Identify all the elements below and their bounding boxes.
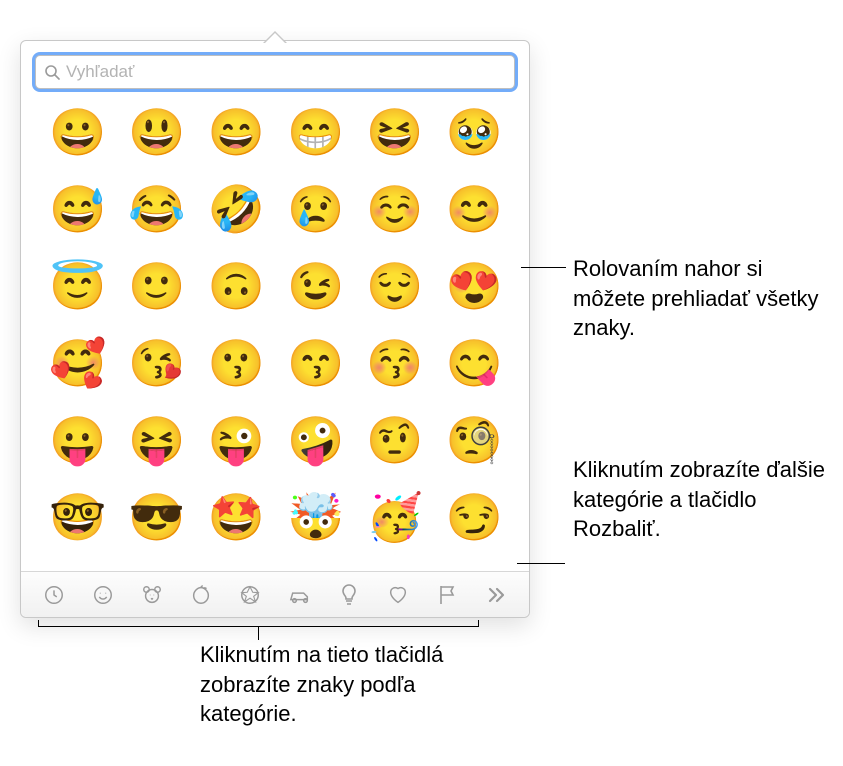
emoji-item[interactable]: 😢: [281, 186, 350, 241]
category-tab-flags[interactable]: [423, 572, 472, 617]
category-tab-symbols[interactable]: [373, 572, 422, 617]
clock-icon: [43, 584, 65, 606]
emoji-item[interactable]: 😅: [43, 186, 112, 241]
search-field[interactable]: [35, 55, 515, 89]
category-tab-smileys[interactable]: [78, 572, 127, 617]
search-wrap: [21, 41, 529, 97]
emoji-item[interactable]: 😊: [440, 186, 509, 241]
emoji-item[interactable]: 🙃: [202, 263, 271, 318]
emoji-item[interactable]: 😙: [281, 340, 350, 395]
category-tab-food[interactable]: [177, 572, 226, 617]
callout-bracket: [258, 626, 259, 640]
category-tabbar: [21, 571, 529, 617]
smiley-icon: [92, 584, 114, 606]
emoji-item[interactable]: 😝: [122, 417, 191, 472]
emoji-item[interactable]: 😜: [202, 417, 271, 472]
search-input[interactable]: [66, 56, 514, 88]
emoji-item[interactable]: 🤣: [202, 186, 271, 241]
emoji-item[interactable]: 😎: [122, 494, 191, 549]
emoji-grid[interactable]: 😀😃😄😁😆🥹 😅😂🤣😢☺️😊 😇🙂🙃😉😌😍 🥰😘😗😙😚😋 😛😝😜🤪🤨🧐 🤓😎🤩🤯🥳😏: [21, 97, 529, 557]
emoji-item[interactable]: 😂: [122, 186, 191, 241]
heart-icon: [387, 584, 409, 606]
category-tab-objects[interactable]: [324, 572, 373, 617]
emoji-item[interactable]: 😍: [440, 263, 509, 318]
emoji-item[interactable]: 😋: [440, 340, 509, 395]
emoji-item[interactable]: ☺️: [360, 186, 429, 241]
category-tab-animals[interactable]: [127, 572, 176, 617]
callout-leader: [521, 267, 566, 268]
emoji-item[interactable]: 🤓: [43, 494, 112, 549]
emoji-item[interactable]: 😚: [360, 340, 429, 395]
emoji-item[interactable]: 😛: [43, 417, 112, 472]
emoji-item[interactable]: 😌: [360, 263, 429, 318]
chevron-double-right-icon: [486, 586, 506, 604]
callout-bracket: [38, 620, 39, 627]
objects-icon: [339, 583, 359, 607]
callout-scroll: Rolovaním nahor si môžete prehliadať vše…: [573, 254, 823, 343]
search-icon: [44, 64, 60, 80]
emoji-item[interactable]: 🤩: [202, 494, 271, 549]
emoji-picker-panel: 😀😃😄😁😆🥹 😅😂🤣😢☺️😊 😇🙂🙃😉😌😍 🥰😘😗😙😚😋 😛😝😜🤪🤨🧐 🤓😎🤩🤯🥳😏: [20, 40, 530, 618]
emoji-item[interactable]: 🧐: [440, 417, 509, 472]
emoji-item[interactable]: 😀: [43, 109, 112, 164]
callout-leader: [517, 563, 565, 564]
emoji-item[interactable]: 😉: [281, 263, 350, 318]
callout-bracket: [478, 620, 479, 627]
callout-more: Kliknutím zobrazíte ďalšie kategórie a t…: [573, 455, 833, 544]
emoji-item[interactable]: 🥰: [43, 340, 112, 395]
category-tab-more[interactable]: [472, 572, 521, 617]
emoji-item[interactable]: 😏: [440, 494, 509, 549]
emoji-item[interactable]: 🤨: [360, 417, 429, 472]
emoji-item[interactable]: 🥳: [360, 494, 429, 549]
emoji-item[interactable]: 🤯: [281, 494, 350, 549]
flag-icon: [436, 583, 458, 607]
emoji-item[interactable]: 😄: [202, 109, 271, 164]
travel-icon: [287, 584, 313, 606]
activity-icon: [239, 584, 261, 606]
animal-icon: [140, 584, 164, 606]
category-tab-travel[interactable]: [275, 572, 324, 617]
emoji-item[interactable]: 😗: [202, 340, 271, 395]
emoji-item[interactable]: 🙂: [122, 263, 191, 318]
emoji-item[interactable]: 🤪: [281, 417, 350, 472]
emoji-item[interactable]: 😁: [281, 109, 350, 164]
emoji-item[interactable]: 😆: [360, 109, 429, 164]
category-tab-activity[interactable]: [226, 572, 275, 617]
emoji-item[interactable]: 😃: [122, 109, 191, 164]
callout-categories: Kliknutím na tieto tlačidlá zobrazíte zn…: [200, 640, 480, 729]
category-tab-recent[interactable]: [29, 572, 78, 617]
emoji-item[interactable]: 🥹: [440, 109, 509, 164]
food-icon: [190, 584, 212, 606]
emoji-item[interactable]: 😘: [122, 340, 191, 395]
emoji-item[interactable]: 😇: [43, 263, 112, 318]
